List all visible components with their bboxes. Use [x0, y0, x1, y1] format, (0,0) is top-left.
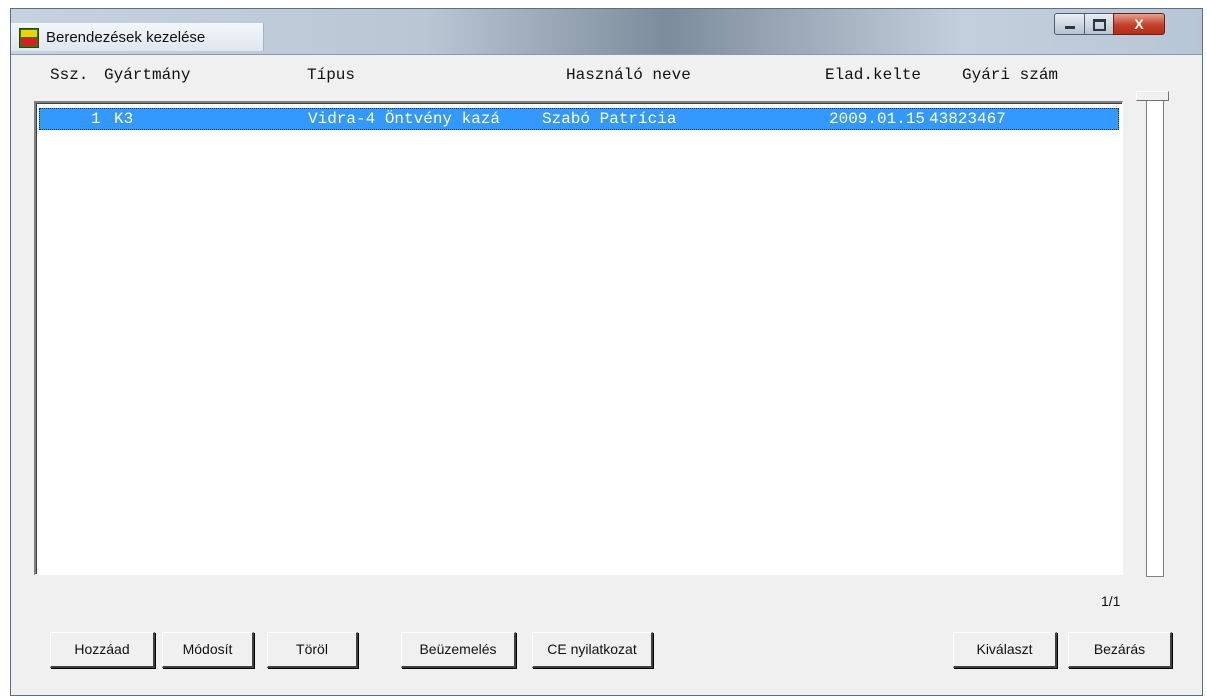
cell-gyari-szam: 43823467 [929, 110, 1006, 128]
scrollbar-thumb[interactable] [1136, 91, 1169, 101]
close-window-button[interactable]: X [1113, 13, 1165, 35]
column-header-tipus: Típus [307, 66, 356, 84]
title-bar[interactable]: Berendezések kezelése X [11, 9, 1202, 55]
maximize-icon [1092, 19, 1106, 31]
table-row[interactable]: 1 K3 Vidra-4 Öntvény kazá Szabó Patrícia… [39, 108, 1119, 130]
column-header-elad-kelte: Elad.kelte [825, 66, 922, 84]
window-title: Berendezések kezelése [46, 29, 206, 46]
cell-ssz: 1 [91, 110, 101, 128]
page-counter: 1/1 [1101, 593, 1121, 609]
commissioning-button[interactable]: Beüzemelés [401, 632, 516, 668]
minimize-icon [1064, 26, 1075, 29]
commissioning-button-label: Beüzemelés [419, 641, 497, 657]
equipment-list[interactable]: 1 K3 Vidra-4 Öntvény kazá Szabó Patrícia… [34, 101, 1123, 575]
select-button-label: Kiválaszt [976, 641, 1033, 657]
column-header-hasznalo-neve: Használó neve [566, 66, 691, 84]
cell-hasznalo: Szabó Patrícia [542, 110, 677, 128]
delete-button[interactable]: Töröl [267, 632, 358, 668]
close-button[interactable]: Bezárás [1068, 632, 1172, 668]
column-header-gyari-szam: Gyári szám [962, 66, 1059, 84]
cell-gyartmany: K3 [114, 110, 134, 128]
app-icon [19, 28, 39, 48]
close-icon: X [1134, 16, 1144, 32]
close-button-label: Bezárás [1093, 641, 1146, 657]
modify-button-label: Módosít [182, 641, 233, 657]
cell-tipus: Vidra-4 Öntvény kazá [308, 110, 501, 128]
ce-declaration-button-label: CE nyilatkozat [547, 641, 637, 657]
modify-button[interactable]: Módosít [162, 632, 254, 668]
ce-declaration-button[interactable]: CE nyilatkozat [532, 632, 653, 668]
minimize-button[interactable] [1054, 13, 1085, 35]
maximize-button[interactable] [1084, 13, 1114, 35]
title-area: Berendezések kezelése [11, 23, 264, 51]
add-button-label: Hozzáad [74, 641, 130, 657]
cell-elad-kelte: 2009.01.15 [829, 110, 926, 128]
column-header-ssz: Ssz. [50, 66, 89, 84]
vertical-scrollbar[interactable] [1146, 100, 1164, 577]
select-button[interactable]: Kiválaszt [953, 632, 1057, 668]
column-header-gyartmany: Gyártmány [104, 66, 191, 84]
add-button[interactable]: Hozzáad [50, 632, 155, 668]
delete-button-label: Töröl [296, 641, 328, 657]
